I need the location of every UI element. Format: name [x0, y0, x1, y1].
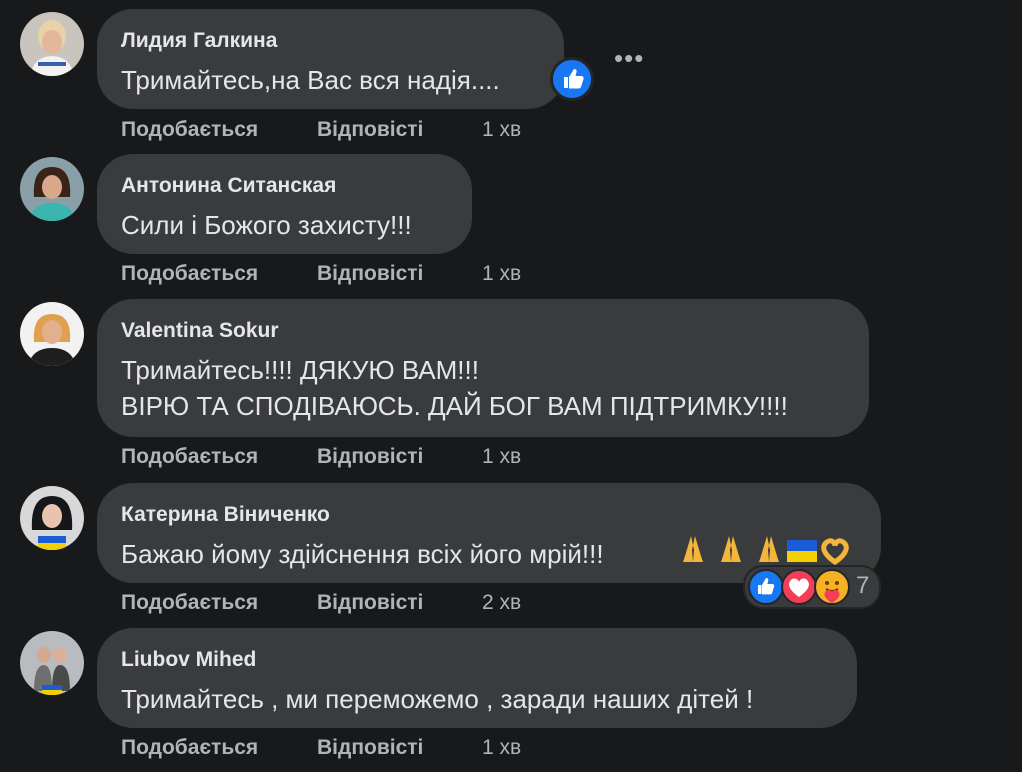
like-button[interactable]: Подобається: [121, 118, 258, 142]
folded-hands-icon: [683, 536, 703, 562]
comment-text: Тримайтесь , ми переможемо , заради наши…: [121, 684, 754, 714]
like-button[interactable]: Подобається: [121, 591, 258, 615]
more-horizontal-icon[interactable]: •••: [614, 45, 644, 71]
care-reaction-icon: [814, 569, 850, 605]
comment-emojis: [679, 532, 849, 566]
like-button[interactable]: Подобається: [121, 736, 258, 760]
like-reaction-badge[interactable]: [550, 57, 594, 101]
reply-button[interactable]: Відповісті: [317, 591, 423, 615]
comment-timestamp[interactable]: 1 хв: [482, 262, 521, 286]
reactions-summary[interactable]: 7: [743, 565, 881, 609]
avatar[interactable]: [20, 631, 84, 695]
reply-button[interactable]: Відповісті: [317, 118, 423, 142]
reaction-count: 7: [856, 572, 870, 599]
like-button[interactable]: Подобається: [121, 262, 258, 286]
reply-button[interactable]: Відповісті: [317, 262, 423, 286]
comment-text: Тримайтесь,на Вас вся надія....: [121, 65, 500, 95]
comment-author[interactable]: Лидия Галкина: [121, 29, 277, 53]
avatar[interactable]: [20, 302, 84, 366]
reply-button[interactable]: Відповісті: [317, 736, 423, 760]
like-reaction-icon: [748, 569, 784, 605]
folded-hands-icon: [721, 536, 741, 562]
ukraine-flag-icon: [787, 540, 817, 562]
reply-button[interactable]: Відповісті: [317, 445, 423, 469]
comment-text: Сили і Божого захисту!!!: [121, 210, 412, 240]
comment-bubble: Антонина Ситанская Сили і Божого захисту…: [97, 154, 472, 254]
avatar[interactable]: [20, 12, 84, 76]
comment-timestamp[interactable]: 2 хв: [482, 591, 521, 615]
comment-text: Тримайтесь!!!! ДЯКУЮ ВАМ!!! ВІРЮ ТА СПОД…: [121, 355, 788, 421]
comment-bubble: Liubov Mihed Тримайтесь , ми переможемо …: [97, 628, 857, 728]
love-reaction-icon: [781, 569, 817, 605]
comment-author[interactable]: Liubov Mihed: [121, 648, 256, 672]
avatar[interactable]: [20, 157, 84, 221]
comment-author[interactable]: Valentina Sokur: [121, 319, 279, 343]
like-button[interactable]: Подобається: [121, 445, 258, 469]
folded-hands-icon: [759, 536, 779, 562]
comment-timestamp[interactable]: 1 хв: [482, 445, 521, 469]
avatar[interactable]: [20, 486, 84, 550]
comment-timestamp[interactable]: 1 хв: [482, 736, 521, 760]
heart-hands-icon: [821, 538, 849, 566]
comment-author[interactable]: Антонина Ситанская: [121, 174, 336, 198]
comment-bubble: Valentina Sokur Тримайтесь!!!! ДЯКУЮ ВАМ…: [97, 299, 869, 437]
comment-text: Бажаю йому здійснення всіх його мрій!!!: [121, 539, 604, 569]
comment-bubble: Лидия Галкина Тримайтесь,на Вас вся наді…: [97, 9, 564, 109]
comment-timestamp[interactable]: 1 хв: [482, 118, 521, 142]
thumbs-up-icon: [564, 69, 584, 89]
comment-author[interactable]: Катерина Віниченко: [121, 503, 330, 527]
